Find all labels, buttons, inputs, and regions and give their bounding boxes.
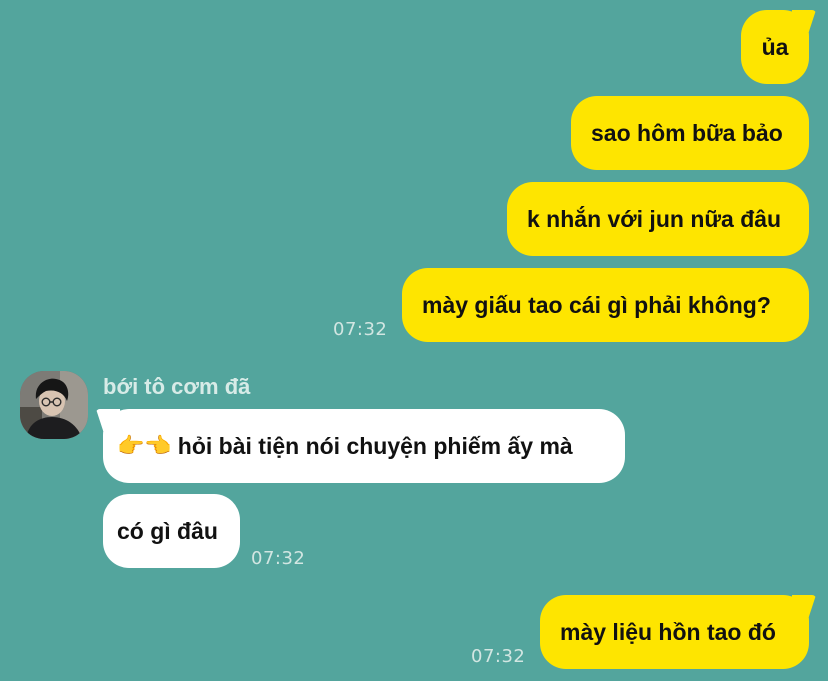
message-text: sao hôm bữa bảo	[591, 119, 783, 146]
message-timestamp: 07:32	[251, 548, 306, 569]
sender-avatar[interactable]	[20, 371, 88, 439]
message-timestamp: 07:32	[333, 319, 388, 340]
incoming-message[interactable]: có gì đâu	[103, 494, 240, 568]
message-text: mày giấu tao cái gì phải không?	[422, 291, 771, 318]
outgoing-message[interactable]: sao hôm bữa bảo	[571, 96, 809, 170]
incoming-message[interactable]: 👉👈 hỏi bài tiện nói chuyện phiếm ấy mà	[96, 409, 625, 483]
bubble-tail	[96, 409, 120, 431]
outgoing-message[interactable]: mày liệu hồn tao đó	[540, 595, 816, 669]
message-text: ủa	[761, 33, 789, 60]
outgoing-message[interactable]: mày giấu tao cái gì phải không?	[402, 268, 809, 342]
chat-area[interactable]: ủa sao hôm bữa bảo k nhắn với jun nữa đâ…	[0, 0, 828, 681]
message-text: có gì đâu	[117, 517, 218, 544]
message-text: mày liệu hồn tao đó	[560, 618, 776, 645]
bubble-tail	[792, 10, 816, 32]
message-text: hỏi bài tiện nói chuyện phiếm ấy mà	[177, 432, 573, 459]
sender-name: bới tô cơm đã	[103, 374, 251, 399]
bubble-tail	[792, 595, 816, 617]
message-text: k nhắn với jun nữa đâu	[527, 205, 782, 232]
outgoing-message[interactable]: ủa	[741, 10, 816, 84]
outgoing-message[interactable]: k nhắn với jun nữa đâu	[507, 182, 809, 256]
message-timestamp: 07:32	[471, 646, 526, 667]
pointing-fingers-icon: 👉👈	[117, 433, 172, 458]
person-photo-icon	[20, 371, 88, 439]
